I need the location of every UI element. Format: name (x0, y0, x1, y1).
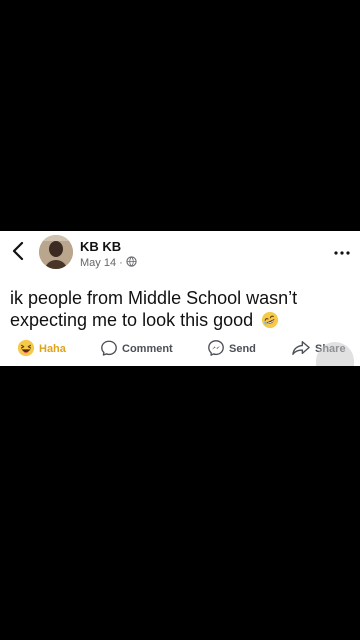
globe-icon (126, 256, 137, 270)
author-name[interactable]: KB KB (80, 239, 121, 254)
send-label: Send (229, 343, 256, 355)
avatar[interactable] (39, 235, 73, 269)
post-text: ik people from Middle School wasn’t expe… (10, 288, 298, 330)
more-dots-icon (334, 242, 350, 260)
share-arrow-icon (291, 339, 311, 360)
haha-reaction-button[interactable]: Haha (17, 337, 66, 361)
messenger-icon (207, 339, 225, 360)
post-date[interactable]: May 14 (80, 257, 116, 269)
haha-label: Haha (39, 343, 66, 355)
post-actions: Haha Comment Send Share (0, 337, 360, 361)
haha-reaction-icon (17, 339, 35, 360)
meta-separator: · (119, 257, 123, 269)
comment-icon (100, 339, 118, 360)
rofl-emoji-icon (261, 311, 279, 329)
post-body: ik people from Middle School wasn’t expe… (10, 287, 350, 331)
chevron-left-icon (12, 241, 24, 266)
back-button[interactable] (8, 240, 28, 266)
comment-button[interactable]: Comment (100, 337, 173, 361)
more-options-button[interactable] (332, 241, 352, 261)
send-button[interactable]: Send (207, 337, 256, 361)
post-card: KB KB May 14 · ik people from Middle Sch… (0, 231, 360, 366)
comment-label: Comment (122, 343, 173, 355)
post-header: KB KB May 14 · (0, 231, 360, 281)
post-meta: May 14 · (80, 256, 137, 270)
